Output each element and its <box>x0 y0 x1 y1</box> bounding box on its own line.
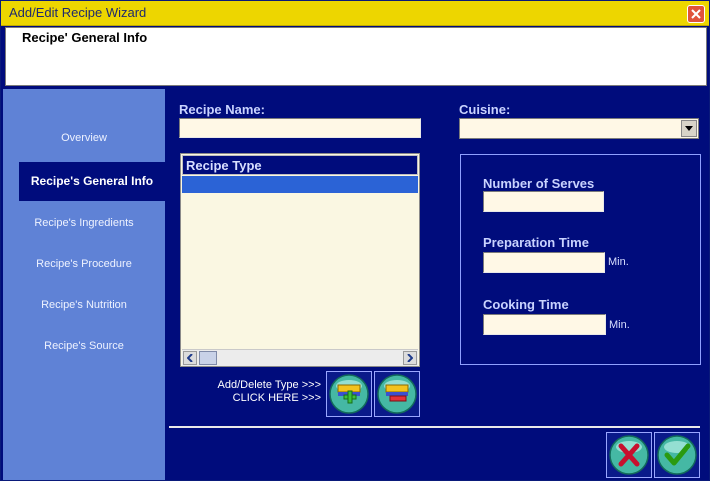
list-item-selected[interactable] <box>182 176 418 193</box>
recipe-type-list-header: Recipe Type <box>182 155 418 175</box>
cuisine-label: Cuisine: <box>459 102 511 117</box>
cuisine-select[interactable] <box>459 118 699 139</box>
cook-time-unit: Min. <box>609 319 630 331</box>
cook-time-input[interactable] <box>483 314 606 335</box>
prep-time-input[interactable] <box>483 252 605 273</box>
add-type-button[interactable] <box>326 371 372 417</box>
sidebar-item-procedure[interactable]: Recipe's Procedure <box>3 258 165 270</box>
cook-time-label: Cooking Time <box>483 297 569 312</box>
close-button[interactable] <box>687 5 705 23</box>
footer-divider <box>169 426 700 428</box>
window-title: Add/Edit Recipe Wizard <box>9 5 147 20</box>
cuisine-dropdown-button[interactable] <box>681 120 697 137</box>
recipe-type-header-label: Recipe Type <box>186 158 262 173</box>
close-icon <box>691 9 701 19</box>
add-delete-hint-line1: Add/Delete Type >>> <box>217 379 321 391</box>
sidebar-item-general-info[interactable]: Recipe's General Info <box>19 162 165 201</box>
chevron-down-icon <box>685 126 693 131</box>
step-header-panel: Recipe' General Info <box>5 27 707 86</box>
delete-type-icon <box>377 374 417 414</box>
ok-check-icon <box>657 435 697 475</box>
sidebar-item-nutrition[interactable]: Recipe's Nutrition <box>3 299 165 311</box>
scroll-thumb[interactable] <box>199 351 217 365</box>
ok-button[interactable] <box>654 432 700 478</box>
prep-time-label: Preparation Time <box>483 235 589 250</box>
delete-type-button[interactable] <box>374 371 420 417</box>
title-bar[interactable]: Add/Edit Recipe Wizard <box>1 1 709 26</box>
sidebar-item-overview[interactable]: Overview <box>3 132 165 144</box>
cancel-x-icon <box>609 435 649 475</box>
add-delete-type-hint: Add/Delete Type >>> CLICK HERE >>> <box>211 379 321 405</box>
sidebar-item-source[interactable]: Recipe's Source <box>3 340 165 352</box>
scroll-right-button[interactable] <box>403 351 417 365</box>
recipe-name-input[interactable] <box>179 118 421 138</box>
chevron-right-icon <box>407 354 413 362</box>
add-type-icon <box>329 374 369 414</box>
cancel-button[interactable] <box>606 432 652 478</box>
chevron-left-icon <box>187 354 193 362</box>
add-delete-hint-line2: CLICK HERE >>> <box>232 392 321 404</box>
prep-time-unit: Min. <box>608 256 629 268</box>
wizard-sidebar: Overview Recipe's General Info Recipe's … <box>3 89 165 480</box>
recipe-type-list[interactable]: Recipe Type <box>180 153 420 367</box>
recipe-type-hscrollbar[interactable] <box>182 349 418 366</box>
step-header-title: Recipe' General Info <box>22 30 148 45</box>
recipe-name-label: Recipe Name: <box>179 102 265 117</box>
wizard-window: Add/Edit Recipe Wizard Recipe' General I… <box>0 0 710 481</box>
serves-label: Number of Serves <box>483 176 595 191</box>
sidebar-item-ingredients[interactable]: Recipe's Ingredients <box>3 217 165 229</box>
scroll-left-button[interactable] <box>183 351 197 365</box>
serves-input[interactable] <box>483 191 604 212</box>
